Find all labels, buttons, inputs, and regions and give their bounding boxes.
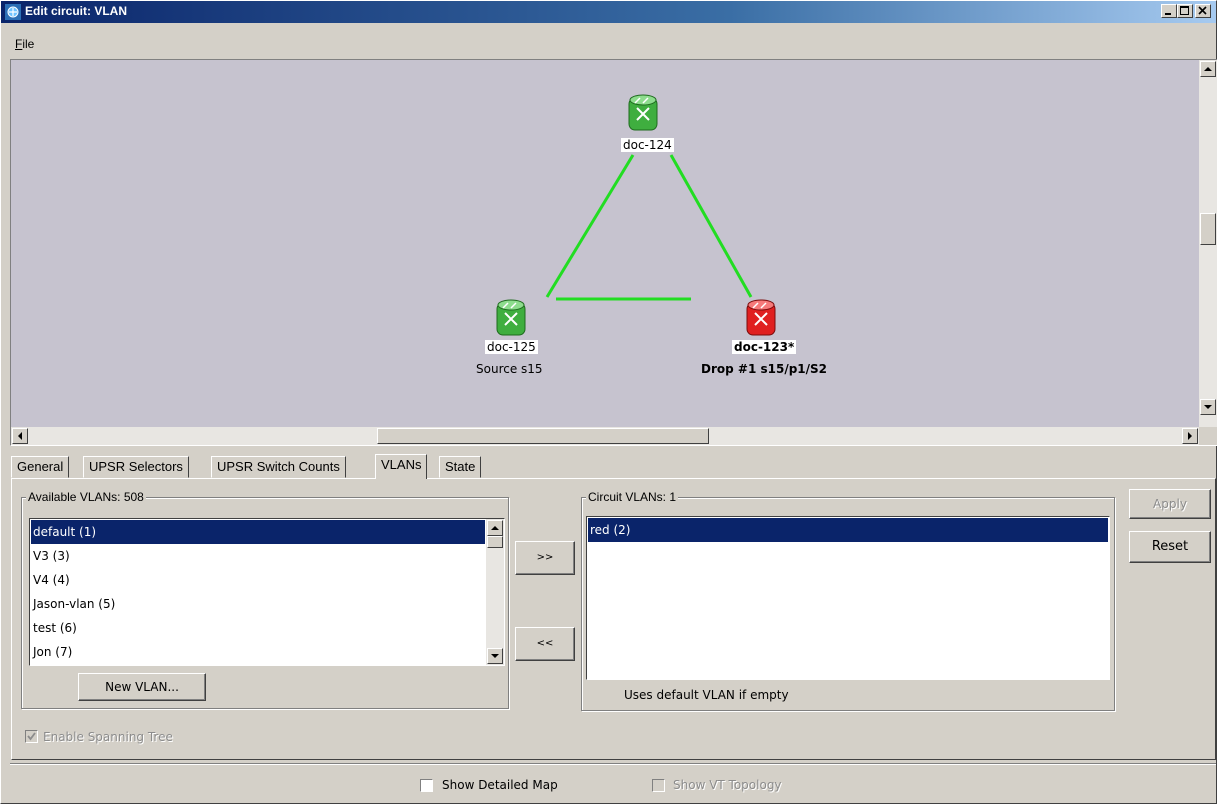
available-vlans-list[interactable]: default (1) V3 (3) V4 (4) Jason-vlan (5)… <box>29 518 505 666</box>
circuit-map[interactable]: doc-124 doc-125 Source s15 doc-123* Drop… <box>10 59 1217 446</box>
edit-circuit-window: Edit circuit: VLAN File doc-124 doc-125 … <box>0 0 1217 804</box>
vlans-tab-panel: Available VLANs: 508 default (1) V3 (3) … <box>11 478 1216 760</box>
show-detailed-map-label: Show Detailed Map <box>442 778 558 792</box>
circuit-vlans-title: Circuit VLANs: 1 <box>586 490 679 504</box>
circuit-vlans-list[interactable]: red (2) <box>586 516 1110 680</box>
arrow-down-icon <box>1204 405 1212 409</box>
arrow-down-icon <box>491 654 499 658</box>
arrow-up-icon <box>1204 67 1212 71</box>
arrow-up-icon <box>491 526 499 530</box>
tab-state[interactable]: State <box>439 456 482 478</box>
show-vt-topology-checkbox[interactable] <box>652 779 665 792</box>
list-scroll-down-button[interactable] <box>487 648 503 664</box>
arrow-left-icon <box>18 432 22 440</box>
bottom-options-bar: Show Detailed Map Show VT Topology <box>10 763 1216 803</box>
apply-button[interactable]: Apply <box>1129 489 1211 519</box>
scroll-left-button[interactable] <box>12 428 28 444</box>
node-doc-123-icon[interactable] <box>746 299 776 336</box>
menu-bar: File <box>1 33 1216 53</box>
scroll-right-button[interactable] <box>1182 428 1198 444</box>
link-doc124-doc125[interactable] <box>545 154 635 298</box>
topology-svg <box>496 94 776 336</box>
circuit-vlans-group: Circuit VLANs: 1 red (2) Uses default VL… <box>581 490 1115 711</box>
available-vlan-item[interactable]: Jon (7) <box>31 640 485 664</box>
show-detailed-map-checkbox[interactable] <box>420 779 433 792</box>
menu-file[interactable]: File <box>15 37 34 51</box>
available-list-scrollbar[interactable] <box>486 519 504 665</box>
available-vlan-item[interactable]: default (1) <box>31 520 485 544</box>
minimize-button[interactable] <box>1161 4 1177 18</box>
close-icon <box>1198 6 1207 15</box>
available-vlan-item[interactable]: Jason-vlan (5) <box>31 592 485 616</box>
reset-button[interactable]: Reset <box>1129 531 1211 563</box>
link-doc124-doc123[interactable] <box>669 154 753 298</box>
circuit-vlan-item[interactable]: red (2) <box>588 518 1108 542</box>
available-vlan-item[interactable]: V4 (4) <box>31 568 485 592</box>
map-vertical-scrollbar[interactable] <box>1199 60 1217 428</box>
spanning-tree-checkbox[interactable] <box>25 730 38 743</box>
list-scroll-thumb[interactable] <box>487 536 503 548</box>
tab-upsr-selectors[interactable]: UPSR Selectors <box>83 456 189 478</box>
scroll-up-button[interactable] <box>1200 61 1216 77</box>
node-sub-doc-125: Source s15 <box>476 362 543 376</box>
node-label-doc-123: doc-123* <box>732 340 797 354</box>
window-title: Edit circuit: VLAN <box>25 4 128 18</box>
maximize-icon <box>1180 6 1189 15</box>
checkmark-icon <box>27 732 36 741</box>
scroll-down-button[interactable] <box>1200 399 1216 415</box>
node-doc-124-icon[interactable] <box>628 94 658 131</box>
node-label-doc-124: doc-124 <box>621 138 674 152</box>
remove-vlan-button[interactable]: << <box>515 627 575 661</box>
new-vlan-button[interactable]: New VLAN... <box>78 673 206 701</box>
scroll-corner <box>1199 427 1217 445</box>
vertical-scroll-thumb[interactable] <box>1200 213 1216 245</box>
available-vlans-group: Available VLANs: 508 default (1) V3 (3) … <box>21 490 509 709</box>
map-canvas[interactable]: doc-124 doc-125 Source s15 doc-123* Drop… <box>11 60 1200 428</box>
arrow-right-icon <box>1188 432 1192 440</box>
tab-general[interactable]: General <box>11 456 70 478</box>
minimize-icon <box>1165 13 1171 15</box>
horizontal-scroll-thumb[interactable] <box>377 428 709 444</box>
available-vlan-item[interactable]: V3 (3) <box>31 544 485 568</box>
add-vlan-button[interactable]: >> <box>515 541 575 575</box>
show-vt-topology-label: Show VT Topology <box>673 778 782 792</box>
node-sub-doc-123: Drop #1 s15/p1/S2 <box>701 362 828 376</box>
title-bar[interactable]: Edit circuit: VLAN <box>1 1 1216 23</box>
circuit-vlans-hint: Uses default VLAN if empty <box>624 688 789 702</box>
available-vlan-item[interactable]: test (6) <box>31 616 485 640</box>
available-vlans-title: Available VLANs: 508 <box>26 490 146 504</box>
maximize-button[interactable] <box>1177 4 1193 18</box>
node-label-doc-125: doc-125 <box>485 340 538 354</box>
tab-vlans[interactable]: VLANs <box>375 454 428 479</box>
close-button[interactable] <box>1195 4 1211 18</box>
node-doc-125-icon[interactable] <box>496 299 526 336</box>
list-scroll-up-button[interactable] <box>487 520 503 536</box>
ctc-app-icon <box>5 4 21 20</box>
spanning-tree-label: Enable Spanning Tree <box>43 730 173 744</box>
tab-upsr-switch-counts[interactable]: UPSR Switch Counts <box>211 456 346 478</box>
map-horizontal-scrollbar[interactable] <box>11 427 1200 445</box>
